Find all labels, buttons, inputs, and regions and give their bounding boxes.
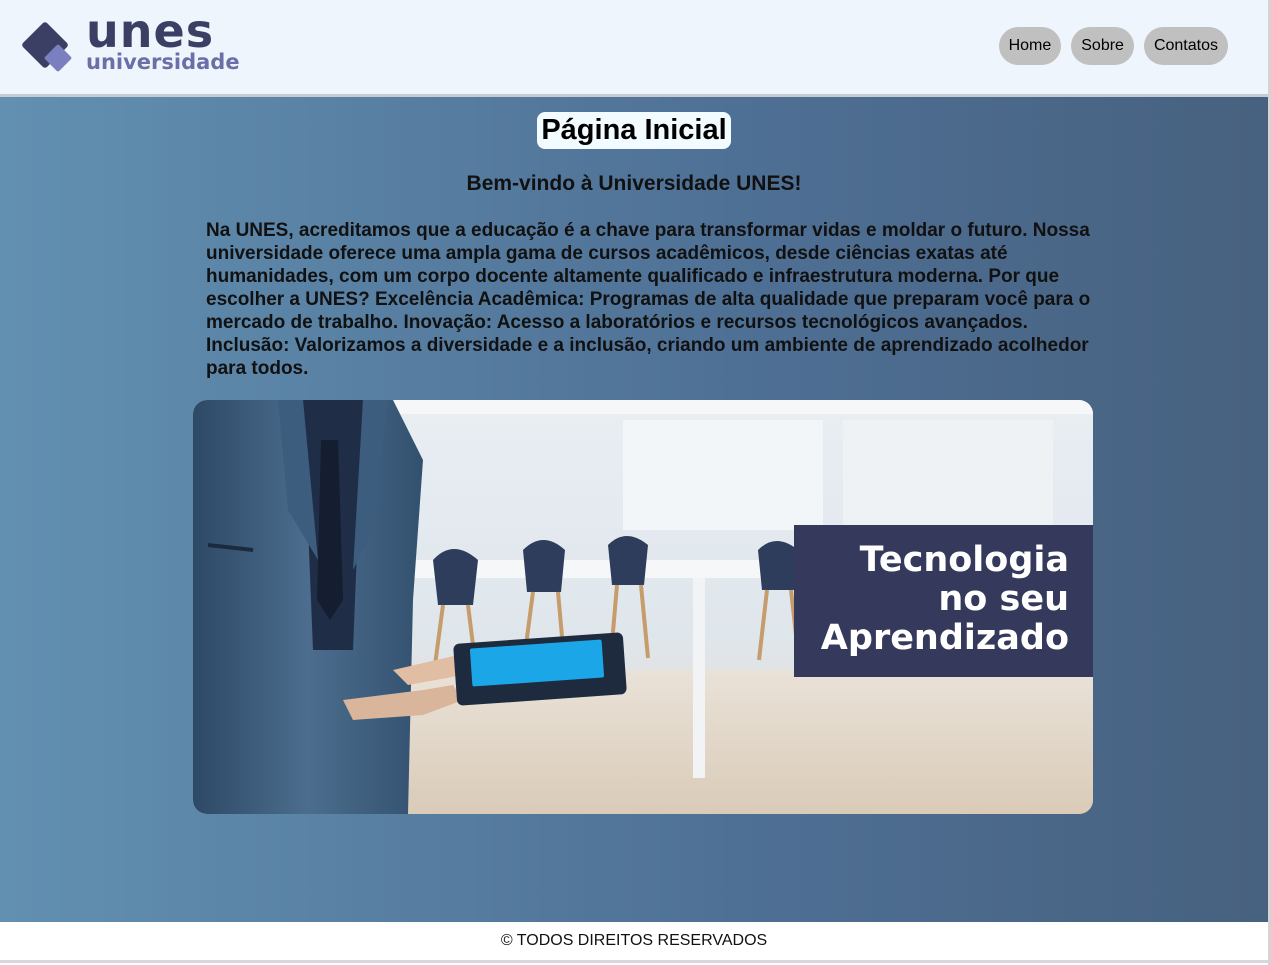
- page-title: Página Inicial: [537, 112, 731, 149]
- main-content: Página Inicial Bem-vindo à Universidade …: [0, 97, 1268, 922]
- page-title-wrap: Página Inicial: [0, 112, 1268, 149]
- nav-home-button[interactable]: Home: [998, 27, 1062, 65]
- hero-caption-line: no seu: [938, 579, 1069, 619]
- site-footer: © TODOS DIREITOS RESERVADOS: [0, 922, 1268, 963]
- main-nav: Home Sobre Contatos: [998, 27, 1228, 65]
- hero-caption-line: Tecnologia: [859, 540, 1069, 580]
- hero-banner: Tecnologia no seu Aprendizado: [193, 400, 1093, 814]
- nav-contatos-button[interactable]: Contatos: [1143, 27, 1228, 65]
- welcome-heading: Bem-vindo à Universidade UNES!: [466, 172, 802, 195]
- intro-paragraph: Na UNES, acreditamos que a educação é a …: [206, 220, 1091, 379]
- site-header: unes universidade Home Sobre Contatos: [0, 0, 1268, 97]
- hero-caption: Tecnologia no seu Aprendizado: [794, 525, 1093, 677]
- hero-caption-line: Aprendizado: [820, 618, 1069, 658]
- nav-sobre-button[interactable]: Sobre: [1071, 27, 1134, 65]
- logo-wordmark: unes: [86, 4, 215, 58]
- logo[interactable]: unes universidade: [18, 8, 248, 78]
- logo-mark-icon: [22, 22, 72, 72]
- logo-subtitle: universidade: [86, 50, 240, 74]
- footer-copyright: © TODOS DIREITOS RESERVADOS: [500, 932, 768, 949]
